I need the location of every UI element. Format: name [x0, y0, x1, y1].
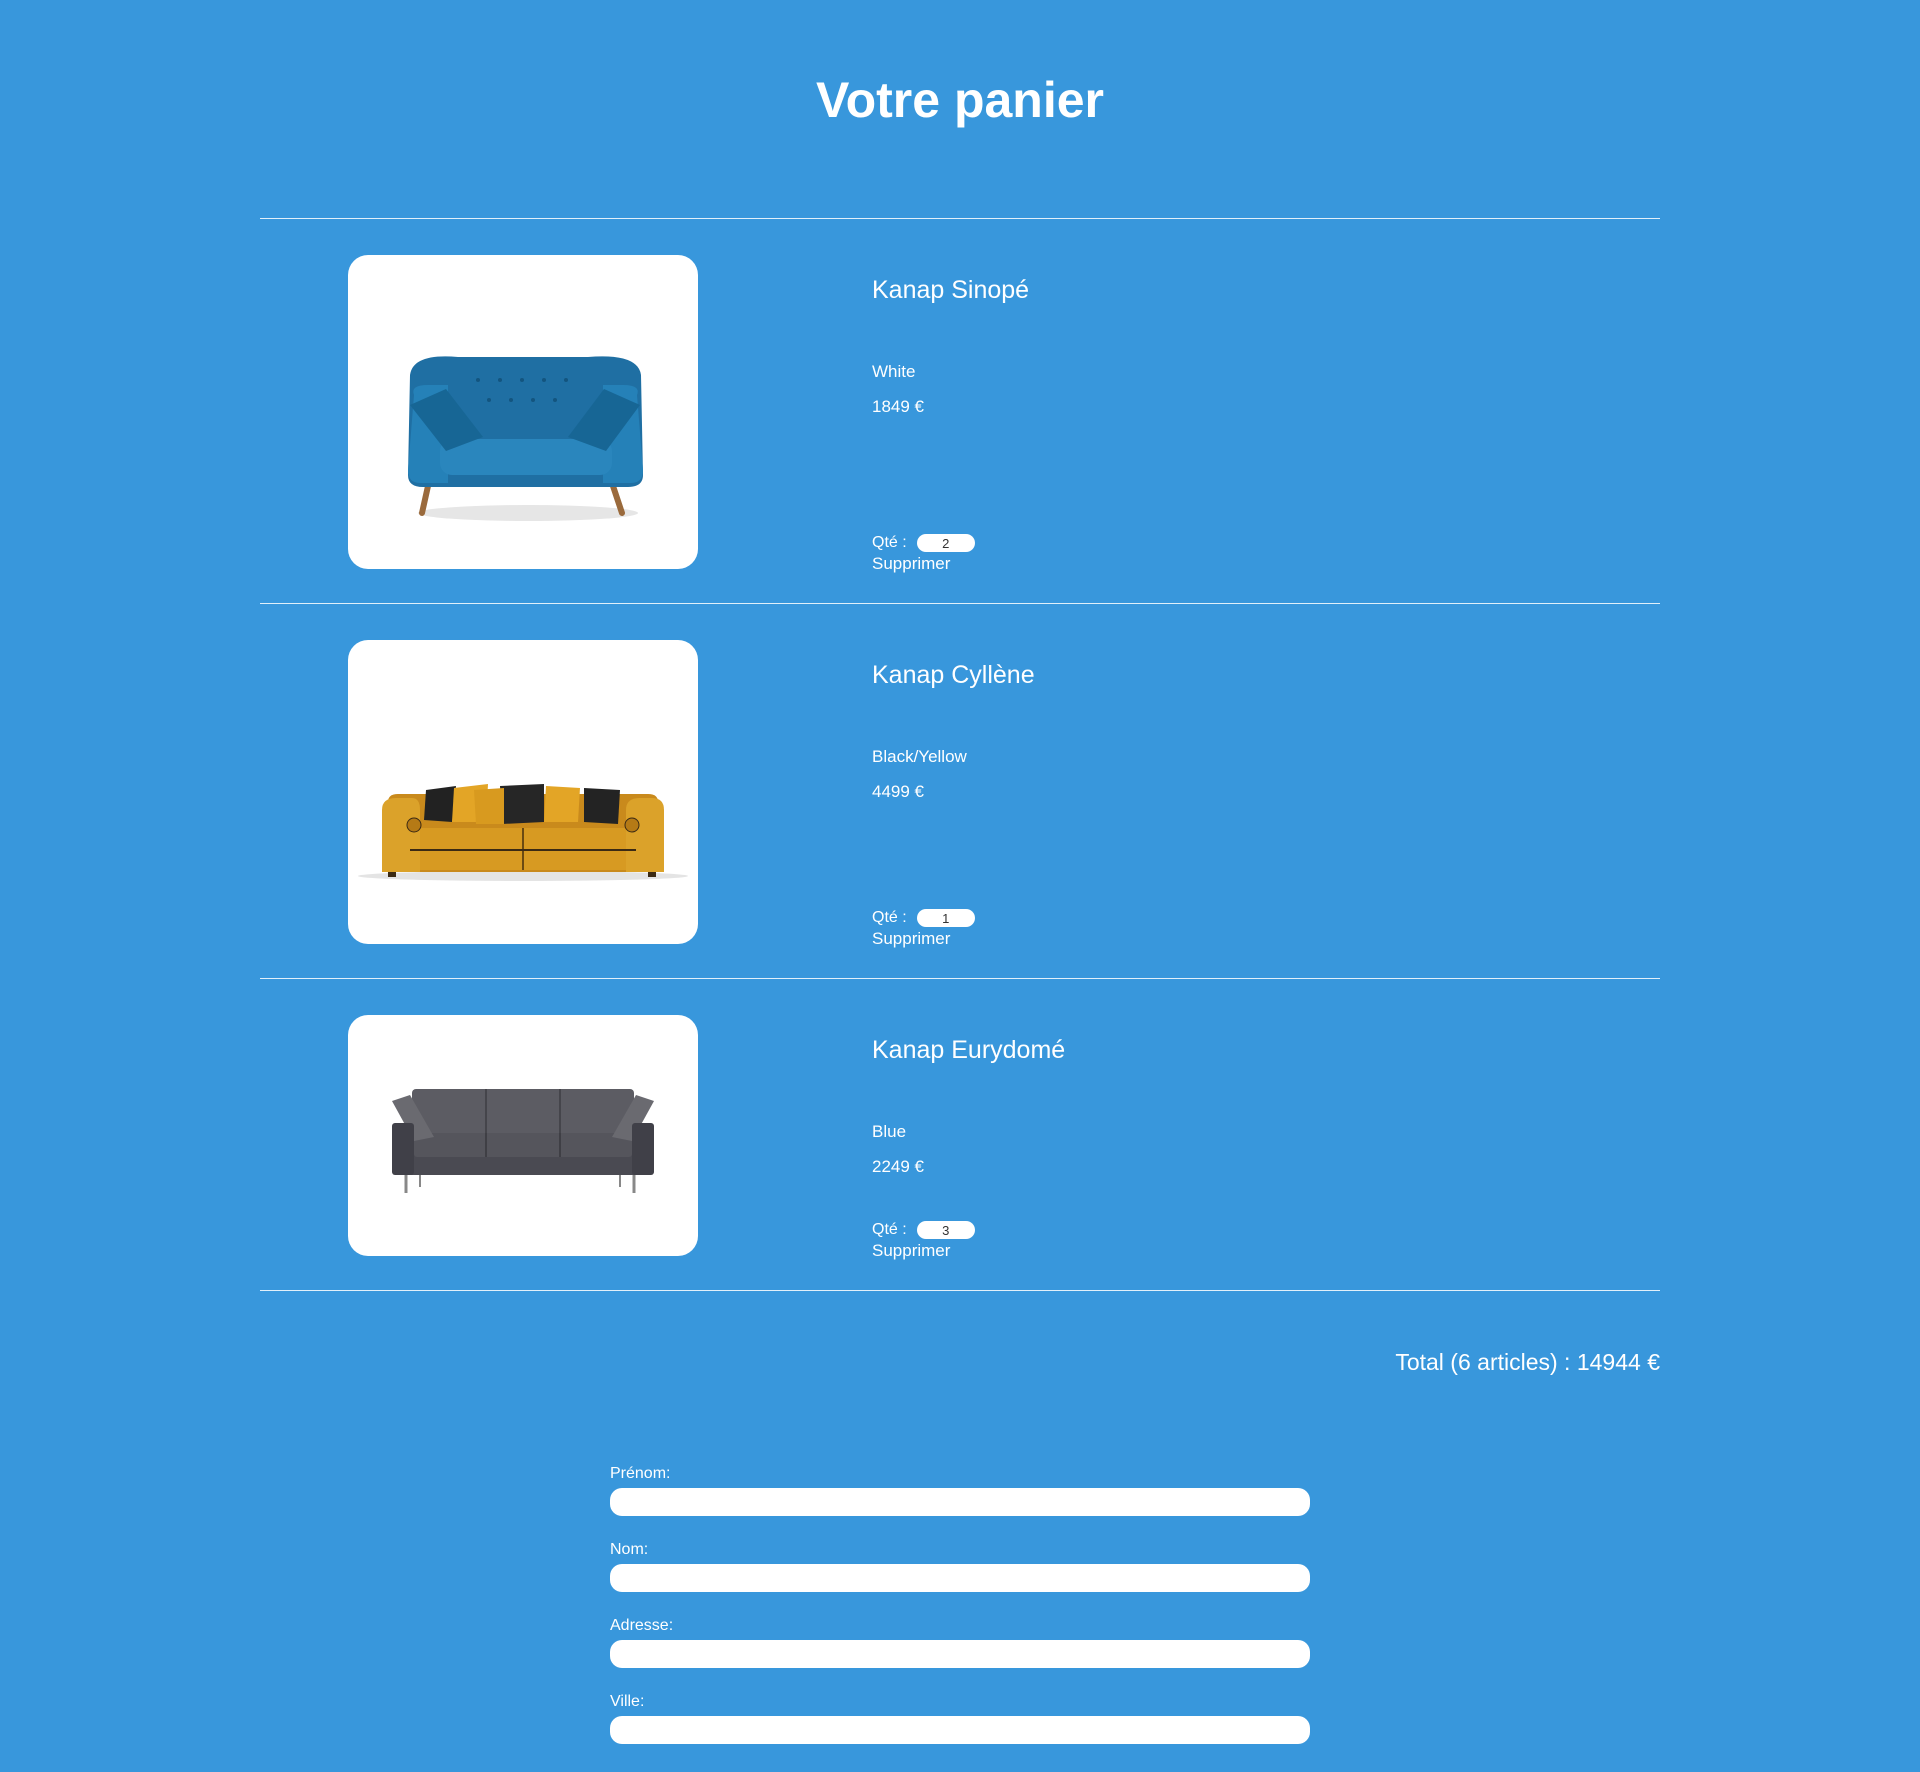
product-price: 4499 €	[872, 782, 924, 801]
city-input[interactable]	[610, 1716, 1310, 1744]
total-quantity: 6	[1457, 1349, 1471, 1375]
page-title: Votre panier	[815, 72, 1105, 128]
delete-item-button[interactable]: Supprimer	[872, 554, 975, 574]
quantity-row: Qté :	[872, 907, 975, 929]
cart-items: Kanap Sinopé White 1849 € Qté : Supprime…	[260, 218, 1660, 1291]
cart-item-content: Kanap Cyllène Black/Yellow 4499 € Qté : …	[872, 604, 1572, 978]
blue-sofa-icon	[408, 356, 643, 521]
product-price: 1849 €	[872, 397, 924, 416]
cart-item: Kanap Eurydomé Blue 2249 € Qté : Supprim…	[260, 978, 1660, 1291]
city-label: Ville:	[610, 1693, 645, 1710]
product-color: Black/Yellow	[872, 747, 967, 766]
yellow-sofa-icon	[358, 784, 688, 881]
quantity-label: Qté :	[872, 1221, 907, 1238]
quantity-input[interactable]	[916, 1221, 975, 1239]
product-name: Kanap Sinopé	[872, 276, 1030, 304]
first-name-label: Prénom:	[610, 1465, 671, 1482]
cart-total: Total (6 articles) : 14944 €	[1395, 1348, 1660, 1376]
delete-item-button[interactable]: Supprimer	[872, 1241, 975, 1261]
product-price: 2249 €	[872, 1157, 924, 1176]
address-input[interactable]	[610, 1640, 1310, 1668]
quantity-input[interactable]	[916, 909, 975, 927]
last-name-input[interactable]	[610, 1564, 1310, 1592]
product-image-yellow-sofa	[348, 640, 698, 944]
quantity-row: Qté :	[872, 1219, 975, 1241]
item-settings: Qté : Supprimer	[872, 1219, 975, 1261]
cart-item: Kanap Cyllène Black/Yellow 4499 € Qté : …	[260, 603, 1660, 978]
cart-item-content: Kanap Sinopé White 1849 € Qté : Supprime…	[872, 219, 1572, 603]
product-image-grey-sofa	[348, 1015, 698, 1256]
product-name: Kanap Eurydomé	[872, 1036, 1066, 1064]
total-currency: €	[1640, 1349, 1660, 1375]
last-name-field-group: Nom:	[610, 1540, 1310, 1616]
product-image-blue-sofa	[348, 255, 698, 569]
item-settings: Qté : Supprimer	[872, 532, 975, 574]
total-middle: articles) :	[1470, 1349, 1577, 1375]
address-field-group: Adresse:	[610, 1616, 1310, 1692]
quantity-row: Qté :	[872, 532, 975, 554]
item-settings: Qté : Supprimer	[872, 907, 975, 949]
delete-item-button[interactable]: Supprimer	[872, 929, 975, 949]
quantity-label: Qté :	[872, 534, 907, 551]
address-label: Adresse:	[610, 1617, 674, 1634]
quantity-input[interactable]	[916, 534, 975, 552]
first-name-input[interactable]	[610, 1488, 1310, 1516]
city-field-group: Ville:	[610, 1692, 1310, 1768]
last-name-label: Nom:	[610, 1541, 649, 1558]
cart-item: Kanap Sinopé White 1849 € Qté : Supprime…	[260, 218, 1660, 603]
grey-sofa-icon	[392, 1089, 654, 1193]
cart-item-content: Kanap Eurydomé Blue 2249 € Qté : Supprim…	[872, 979, 1572, 1290]
quantity-label: Qté :	[872, 909, 907, 926]
total-price: 14944	[1576, 1349, 1641, 1375]
total-prefix: Total (	[1395, 1349, 1458, 1375]
product-color: White	[872, 362, 916, 381]
order-form: Prénom: Nom: Adresse: Ville:	[610, 1464, 1310, 1768]
product-name: Kanap Cyllène	[872, 661, 1035, 689]
product-color: Blue	[872, 1122, 907, 1141]
first-name-field-group: Prénom:	[610, 1464, 1310, 1540]
